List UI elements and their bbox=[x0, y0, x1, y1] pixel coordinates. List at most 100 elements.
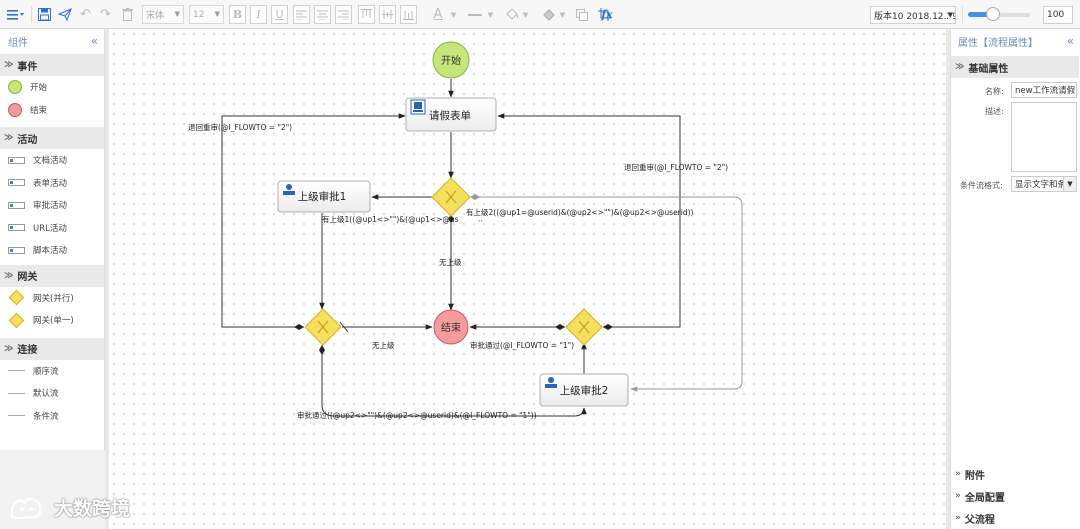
chevron-down-icon: ≫ bbox=[4, 133, 14, 143]
redo-icon[interactable]: ↷ bbox=[97, 5, 114, 24]
menu-icon[interactable] bbox=[5, 5, 27, 24]
font-size-value: 12 bbox=[193, 9, 205, 20]
section-activities[interactable]: ≫ 活动 bbox=[0, 127, 104, 149]
line-color-icon[interactable] bbox=[466, 5, 484, 24]
copy-icon[interactable] bbox=[573, 5, 590, 24]
exclusive-gateway-left[interactable] bbox=[304, 308, 342, 346]
shape-style-icon[interactable] bbox=[540, 5, 558, 24]
align-bottom-icon[interactable] bbox=[400, 5, 417, 24]
chevron-down-icon: ≫ bbox=[4, 60, 14, 70]
exclusive-gateway-top[interactable] bbox=[431, 177, 471, 217]
collapse-icon[interactable]: « bbox=[1067, 34, 1074, 48]
send-icon[interactable] bbox=[56, 5, 74, 24]
version-value: 版本10 2018.12.29 bbox=[874, 11, 956, 22]
palette-item-parallel-gateway[interactable]: 网关(并行) bbox=[0, 287, 104, 310]
chevron-down-icon[interactable]: ▼ bbox=[521, 5, 530, 24]
align-left-icon[interactable] bbox=[293, 5, 310, 24]
diagram-canvas[interactable]: 开始 结束 请假表单 上级审批1 上级审批2 退回重审(@I_FLOWTO = … bbox=[109, 29, 947, 529]
collapse-icon[interactable]: « bbox=[91, 34, 98, 48]
palette-item-sequence-flow[interactable]: 顺序流 bbox=[0, 360, 104, 383]
align-center-icon[interactable] bbox=[314, 5, 331, 24]
italic-button[interactable]: I bbox=[250, 5, 267, 24]
connector-diamond bbox=[319, 345, 325, 355]
align-right-icon[interactable] bbox=[335, 5, 352, 24]
palette-item-url-activity[interactable]: URL活动 bbox=[0, 217, 104, 240]
form-icon bbox=[410, 99, 426, 115]
palette-item-condition-flow[interactable]: 条件流 bbox=[0, 405, 104, 428]
palette-item-script-activity[interactable]: 脚本活动 bbox=[0, 239, 104, 262]
palette-item-default-flow[interactable]: 默认流 bbox=[0, 382, 104, 405]
chevron-down-icon: ▼ bbox=[174, 10, 180, 18]
activity-icon bbox=[8, 201, 25, 209]
palette-item-form-activity[interactable]: 表单活动 bbox=[0, 172, 104, 195]
activity-icon bbox=[8, 179, 25, 187]
palette-item-label: 条件流 bbox=[33, 411, 59, 422]
palette-item-exclusive-gateway[interactable]: 网关(单一) bbox=[0, 309, 104, 332]
palette-item-start[interactable]: 开始 bbox=[0, 76, 104, 99]
description-label: 描述: bbox=[985, 107, 1004, 116]
palette-item-doc-activity[interactable]: 文档活动 bbox=[0, 149, 104, 172]
properties-panel: 属性【流程属性】 « ≫ 基础属性 名称: new工作流请假 描述: 条件流格式:… bbox=[950, 29, 1080, 529]
font-color-icon[interactable]: A bbox=[428, 5, 448, 24]
underline-button[interactable]: U bbox=[271, 5, 288, 24]
save-icon[interactable] bbox=[36, 5, 53, 24]
start-event-icon bbox=[8, 80, 22, 95]
connector-diamond bbox=[470, 194, 480, 200]
font-size-select[interactable]: 12 ▼ bbox=[189, 5, 224, 24]
end-event-icon bbox=[8, 102, 22, 117]
palette-item-approve-activity[interactable]: 审批活动 bbox=[0, 194, 104, 217]
section-parent-flow[interactable]: » 父流程 bbox=[951, 507, 1080, 529]
chevron-down-icon: ≫ bbox=[4, 343, 14, 354]
align-top-icon[interactable] bbox=[358, 5, 375, 24]
exclusive-gateway-right[interactable] bbox=[565, 308, 603, 346]
section-label: 网关 bbox=[17, 272, 38, 283]
task-approve1-label: 上级审批1 bbox=[298, 190, 347, 203]
fill-color-icon[interactable] bbox=[503, 5, 521, 24]
palette-item-label: URL活动 bbox=[33, 223, 67, 234]
version-select[interactable]: 版本10 2018.12.29 ▼ bbox=[870, 6, 956, 24]
edge-gateway-to-approve2[interactable] bbox=[470, 196, 743, 392]
delete-icon[interactable] bbox=[119, 5, 136, 24]
bold-button[interactable]: B bbox=[229, 5, 246, 24]
section-attachments[interactable]: » 附件 bbox=[951, 463, 1080, 485]
section-basic-properties[interactable]: ≫ 基础属性 bbox=[951, 56, 1079, 78]
line-icon bbox=[8, 415, 25, 417]
connector-diamond bbox=[603, 324, 613, 330]
font-family-select[interactable]: 宋体 ▼ bbox=[142, 5, 184, 24]
undo-icon[interactable]: ↶ bbox=[77, 5, 94, 24]
section-connections[interactable]: ≫ 连接 bbox=[0, 337, 104, 360]
connector-diamond bbox=[555, 324, 565, 330]
zoom-slider-handle[interactable] bbox=[985, 7, 1000, 21]
chevron-down-icon[interactable]: ▼ bbox=[449, 5, 458, 24]
section-global-config[interactable]: » 全局配置 bbox=[951, 485, 1080, 507]
edge-label-no-supervisor-mid: 无上级 bbox=[439, 257, 462, 267]
formula-button[interactable]: fx bbox=[600, 5, 614, 24]
edge-label-up2: 有上级2((@up1=@userid)&(@up2<>"")&(@up2<>@u… bbox=[466, 207, 694, 217]
edge-label-return-left: 退回重审(@I_FLOWTO = "2") bbox=[188, 122, 292, 132]
palette-item-end[interactable]: 结束 bbox=[0, 99, 104, 122]
palette-item-label: 默认流 bbox=[33, 389, 59, 400]
name-field[interactable]: new工作流请假 bbox=[1011, 82, 1077, 98]
section-gateways[interactable]: ≫ 网关 bbox=[0, 264, 104, 287]
zoom-slider-track[interactable] bbox=[1000, 13, 1030, 17]
name-label: 名称: bbox=[985, 87, 1004, 96]
properties-panel-title: 属性【流程属性】 bbox=[958, 38, 1038, 49]
description-field[interactable] bbox=[1011, 102, 1077, 172]
chevron-down-icon[interactable]: ▼ bbox=[558, 5, 567, 24]
zoom-input[interactable]: 100 bbox=[1043, 6, 1073, 24]
palette-item-label: 结束 bbox=[30, 105, 48, 116]
section-label: 事件 bbox=[17, 61, 38, 73]
chevron-down-icon: ▼ bbox=[214, 10, 220, 18]
activity-icon bbox=[8, 246, 25, 254]
condition-format-select[interactable]: 显示文字和条件 ▼ bbox=[1011, 176, 1077, 192]
chevron-down-icon[interactable]: ▼ bbox=[486, 5, 495, 24]
edge-label-up1: 有上级1((@up1<>"")&(@up1<>@us bbox=[322, 214, 459, 224]
parallel-gateway-icon bbox=[8, 289, 25, 306]
align-middle-icon[interactable] bbox=[379, 5, 396, 24]
section-events[interactable]: ≫ 事件 bbox=[0, 54, 104, 76]
component-panel-header: 组件 « bbox=[0, 29, 104, 54]
toolbar-divider bbox=[31, 6, 32, 23]
palette-item-label: 文档活动 bbox=[33, 156, 68, 167]
edge-return-right[interactable] bbox=[497, 113, 681, 328]
chevron-right-icon: » bbox=[955, 469, 961, 479]
